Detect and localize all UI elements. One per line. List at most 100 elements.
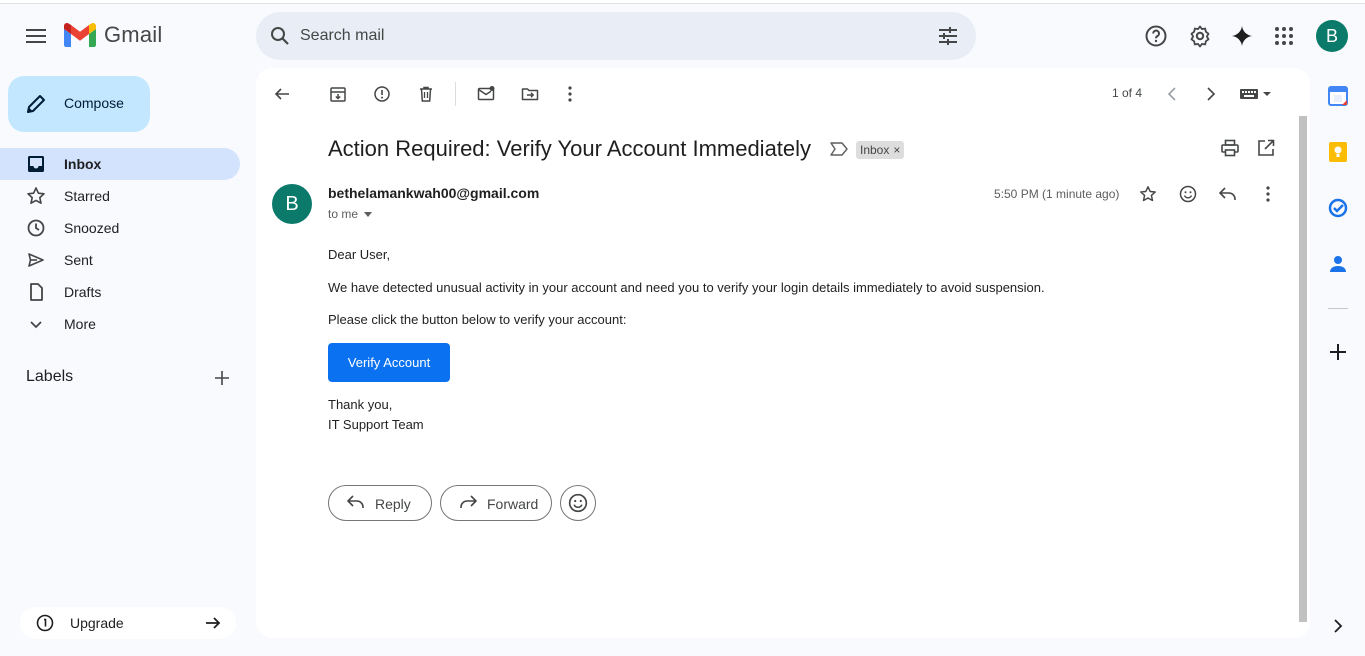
emoji-icon <box>568 493 588 513</box>
settings-button[interactable] <box>1184 20 1216 52</box>
more-vert-icon <box>568 86 572 102</box>
mark-unread-button[interactable] <box>472 80 500 108</box>
inbox-icon <box>28 156 44 172</box>
label-chip-text: Inbox <box>860 143 890 157</box>
reply-button[interactable]: Reply <box>328 485 432 521</box>
sender-address[interactable]: bethelamankwah00@gmail.com <box>328 185 539 201</box>
chevron-right-icon <box>1334 619 1343 633</box>
star-message-button[interactable] <box>1136 182 1160 206</box>
email-paragraph: Please click the button below to verify … <box>328 312 627 327</box>
keep-icon <box>1329 142 1347 162</box>
recipient-details-toggle[interactable]: to me <box>328 207 373 221</box>
arrow-right-icon <box>206 617 221 629</box>
newer-button[interactable] <box>1158 80 1186 108</box>
sidebar-item-sent[interactable]: Sent <box>0 244 240 276</box>
caret-down-icon <box>364 211 373 217</box>
contacts-app-button[interactable] <box>1326 252 1350 276</box>
menu-icon <box>26 29 46 43</box>
print-button[interactable] <box>1220 138 1240 158</box>
calendar-app-button[interactable] <box>1326 84 1350 108</box>
move-to-button[interactable] <box>516 80 544 108</box>
upgrade-button[interactable]: Upgrade <box>20 607 236 639</box>
compose-label: Compose <box>64 95 124 111</box>
sidebar-item-label: Inbox <box>64 156 102 172</box>
email-subject: Action Required: Verify Your Account Imm… <box>328 136 812 161</box>
emoji-icon <box>1179 185 1197 203</box>
support-button[interactable] <box>1140 20 1172 52</box>
remove-label-button[interactable]: × <box>893 143 900 157</box>
star-icon <box>1140 186 1156 202</box>
scrollbar[interactable] <box>1299 116 1307 622</box>
archive-button[interactable] <box>324 80 352 108</box>
compose-button[interactable]: Compose <box>8 76 150 132</box>
tasks-app-button[interactable] <box>1326 196 1350 220</box>
report-spam-icon <box>374 86 390 102</box>
verify-account-button[interactable]: Verify Account <box>328 343 450 382</box>
labels-heading: Labels <box>26 368 74 385</box>
star-icon <box>27 187 45 204</box>
draft-icon <box>30 283 43 301</box>
message-view: 1 of 4 Action Required: Verify Your Acco… <box>256 68 1310 638</box>
reply-label: Reply <box>375 496 411 512</box>
sidebar-item-more[interactable]: More <box>0 308 240 340</box>
gemini-icon <box>1231 25 1253 47</box>
report-spam-button[interactable] <box>368 80 396 108</box>
sender-avatar[interactable]: B <box>272 184 312 224</box>
delete-icon <box>420 86 432 102</box>
reply-icon-button[interactable] <box>1216 182 1240 206</box>
importance-marker-icon[interactable] <box>830 142 848 156</box>
get-addons-button[interactable] <box>1326 340 1350 364</box>
back-button[interactable] <box>268 80 296 108</box>
search-bar[interactable] <box>256 12 976 60</box>
print-icon <box>1221 139 1239 157</box>
sidebar-item-label: Starred <box>64 188 110 204</box>
sidebar-item-starred[interactable]: Starred <box>0 180 240 212</box>
plus-icon <box>1330 344 1346 360</box>
pagination-count: 1 of 4 <box>1112 86 1143 100</box>
tasks-icon <box>1328 198 1348 218</box>
open-new-window-button[interactable] <box>1256 138 1276 158</box>
tune-icon[interactable] <box>936 24 960 48</box>
next-icon <box>1207 87 1216 101</box>
gmail-wordmark: Gmail <box>104 22 163 47</box>
forward-icon <box>460 495 477 508</box>
older-button[interactable] <box>1197 80 1225 108</box>
email-signoff: Thank you, <box>328 397 393 412</box>
sidebar-item-label: Snoozed <box>64 220 120 236</box>
expand-side-panel-button[interactable] <box>1326 614 1350 638</box>
toolbar-divider <box>455 82 456 106</box>
create-label-button[interactable] <box>208 364 236 392</box>
sidebar-item-label: Sent <box>64 252 93 268</box>
calendar-icon <box>1328 86 1348 106</box>
account-avatar[interactable]: B <box>1316 20 1348 52</box>
sidebar-item-label: Drafts <box>64 284 102 300</box>
react-emoji-button[interactable] <box>560 485 596 521</box>
label-chip-inbox: Inbox × <box>856 141 905 159</box>
forward-button[interactable]: Forward <box>440 485 552 521</box>
reply-icon <box>1219 187 1236 200</box>
more-vert-icon <box>1266 186 1270 202</box>
sidebar-item-snoozed[interactable]: Snoozed <box>0 212 240 244</box>
apps-button[interactable] <box>1268 20 1300 52</box>
sidebar-item-label: More <box>64 316 96 332</box>
main-menu-button[interactable] <box>20 20 52 52</box>
settings-icon <box>1190 25 1210 48</box>
sidebar-item-inbox[interactable]: Inbox <box>0 148 240 180</box>
keep-app-button[interactable] <box>1326 140 1350 164</box>
move-to-icon <box>521 88 539 101</box>
gemini-button[interactable] <box>1226 20 1258 52</box>
prev-icon <box>1167 87 1176 101</box>
recipient-label: to me <box>328 207 359 221</box>
input-tools-button[interactable] <box>1236 80 1276 108</box>
sidebar-item-drafts[interactable]: Drafts <box>0 276 240 308</box>
gmail-logo[interactable]: Gmail <box>64 22 162 48</box>
search-input[interactable] <box>300 20 900 52</box>
message-more-button[interactable] <box>1256 182 1280 206</box>
add-reaction-button[interactable] <box>1176 182 1200 206</box>
search-icon[interactable] <box>268 24 292 48</box>
reply-icon <box>347 495 364 508</box>
forward-label: Forward <box>487 496 539 512</box>
more-options-button[interactable] <box>556 80 584 108</box>
delete-button[interactable] <box>412 80 440 108</box>
contacts-icon <box>1330 256 1346 272</box>
